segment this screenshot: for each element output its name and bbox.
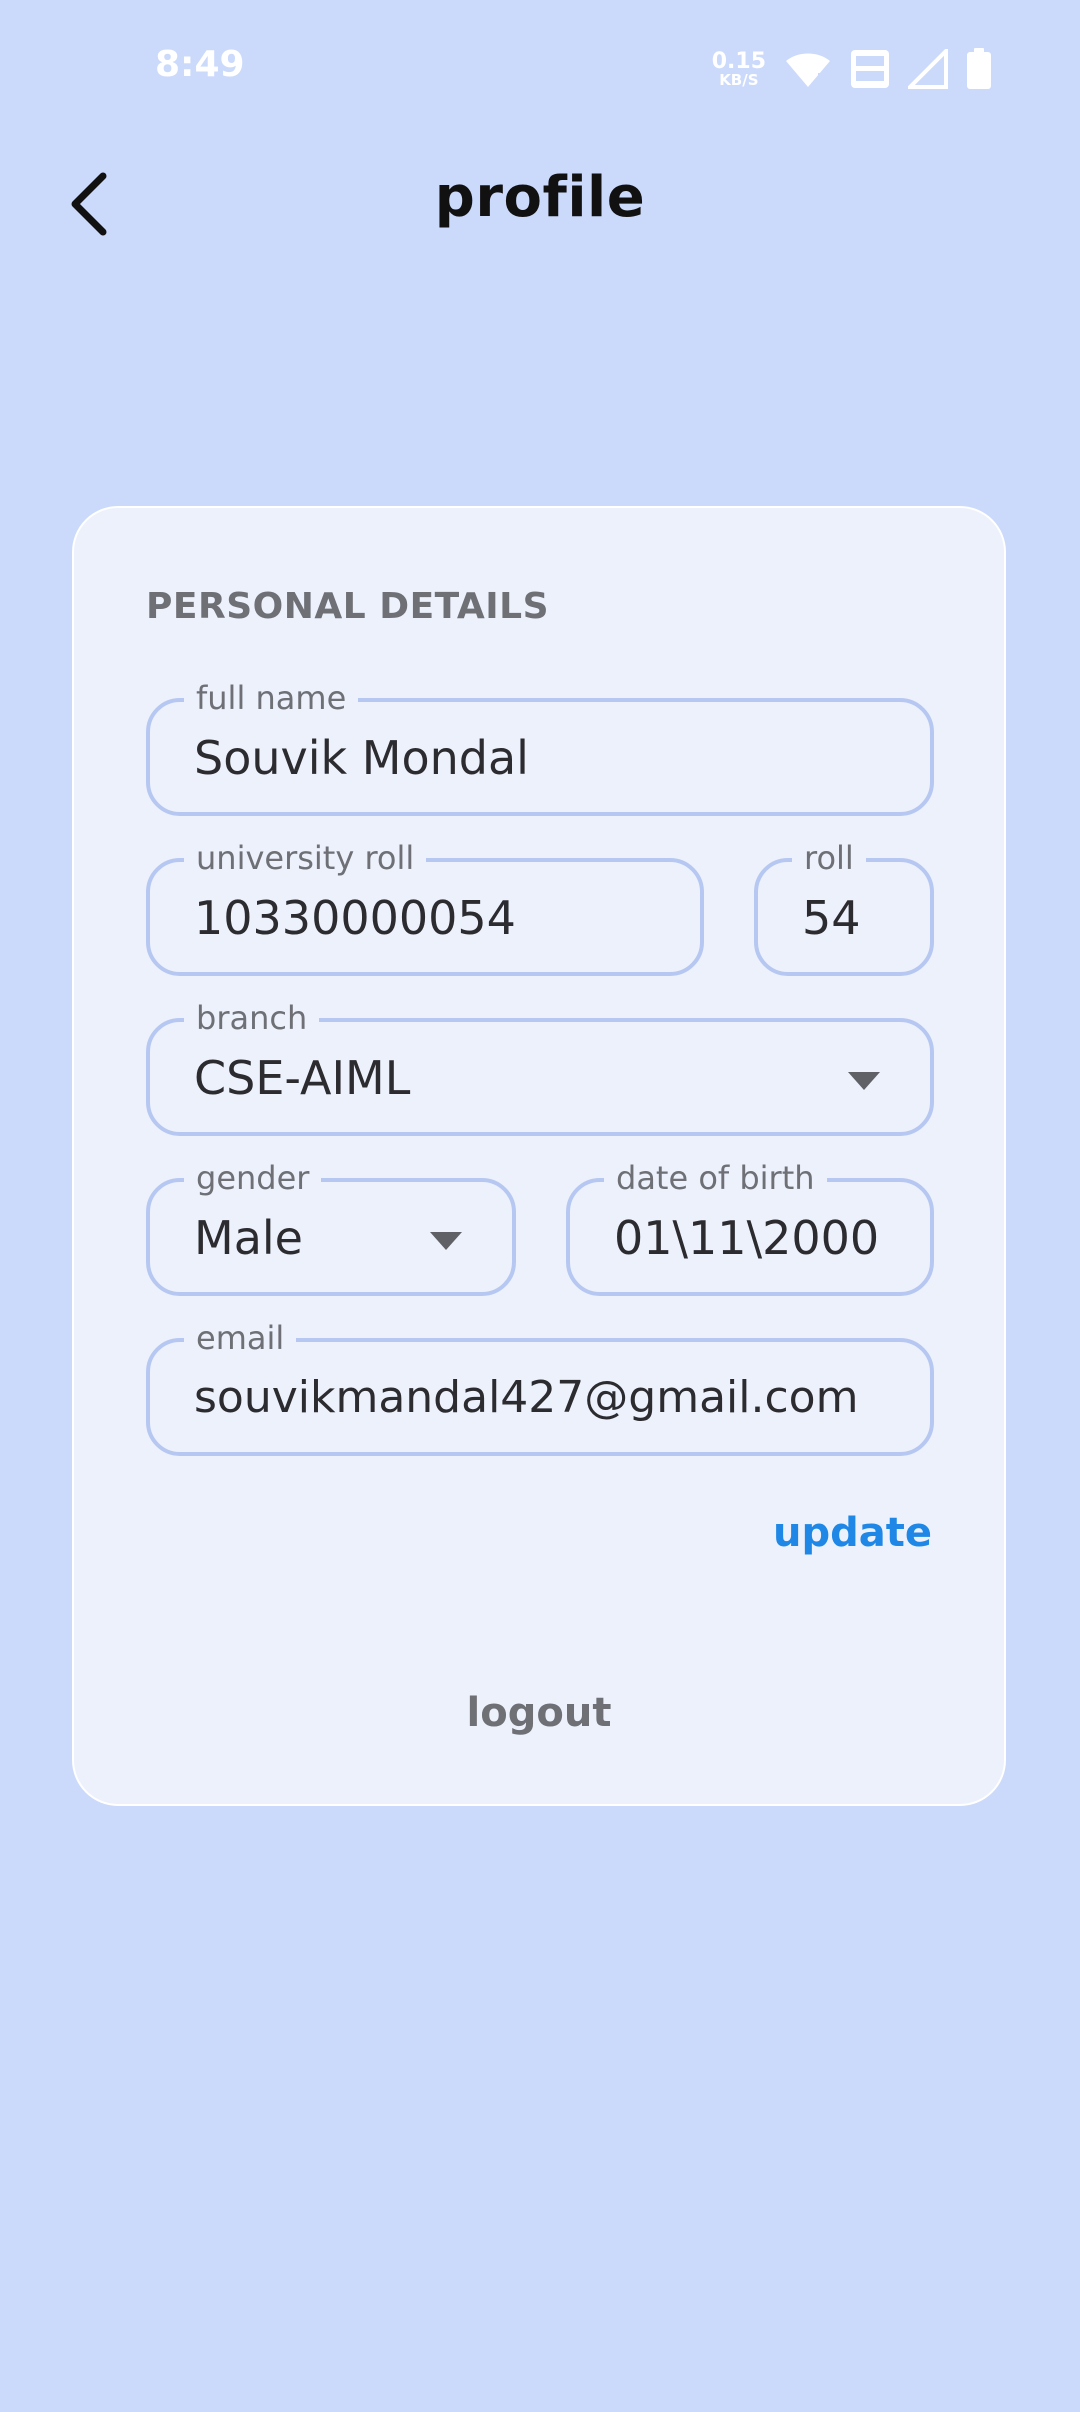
gender-label: gender [184,1154,322,1202]
university-roll-field[interactable]: university roll 10330000054 [146,834,704,976]
email-field[interactable]: email souvikmandal427@gmail.com [146,1314,934,1456]
date-of-birth-value: 01\11\2000 [614,1211,880,1265]
battery-icon [966,48,992,90]
network-speed-unit: KB/S [719,70,759,89]
update-button[interactable]: update [773,1510,932,1556]
network-speed-value: 0.15 [711,48,766,74]
branch-label: branch [184,994,320,1042]
gender-value: Male [194,1211,303,1265]
roll-label: roll [792,834,866,882]
volte-icon [850,49,890,89]
email-label: email [184,1314,297,1362]
university-roll-label: university roll [184,834,427,882]
date-of-birth-field[interactable]: date of birth 01\11\2000 [566,1154,934,1296]
full-name-value: Souvik Mondal [194,731,529,785]
gender-dropdown[interactable]: gender Male [146,1154,516,1296]
university-roll-value: 10330000054 [194,891,516,945]
full-name-field[interactable]: full name Souvik Mondal [146,674,934,816]
section-title: PERSONAL DETAILS [146,586,550,627]
signal-icon [908,49,948,89]
page-title: profile [434,165,646,230]
dropdown-arrow-icon [848,1072,880,1090]
roll-value: 54 [802,891,861,945]
status-icons: 0.15 KB/S [712,46,992,92]
status-time: 8:49 [155,44,245,85]
status-bar: 8:49 0.15 KB/S [0,0,1080,140]
email-value: souvikmandal427@gmail.com [194,1372,859,1423]
branch-dropdown[interactable]: branch CSE-AIML [146,994,934,1136]
dropdown-arrow-icon [430,1232,462,1250]
date-of-birth-label: date of birth [604,1154,827,1202]
wifi-icon [784,49,832,89]
logout-button[interactable]: logout [74,1690,1004,1736]
branch-value: CSE-AIML [194,1051,411,1105]
roll-field[interactable]: roll 54 [754,834,934,976]
full-name-label: full name [184,674,359,722]
network-speed: 0.15 KB/S [711,48,766,89]
profile-card: PERSONAL DETAILS full name Souvik Mondal… [72,506,1006,1806]
